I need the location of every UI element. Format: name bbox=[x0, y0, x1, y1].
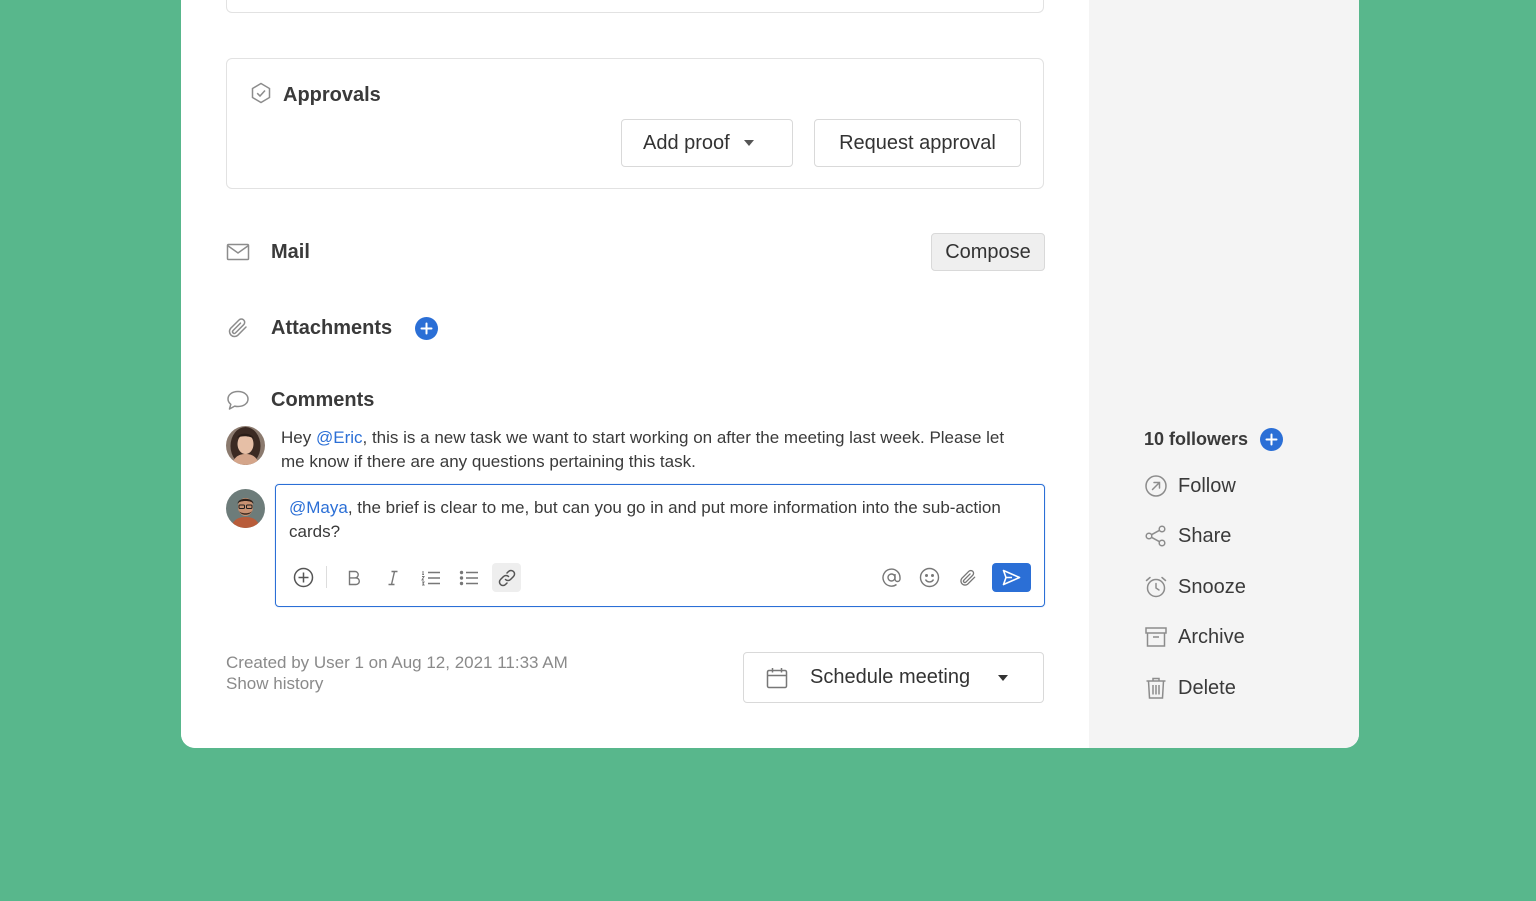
follow-action[interactable]: Follow bbox=[1144, 474, 1236, 498]
bullet-list-icon[interactable] bbox=[454, 563, 483, 592]
attachments-label: Attachments bbox=[271, 316, 393, 339]
avatar-maya bbox=[226, 426, 265, 465]
mail-icon bbox=[226, 240, 250, 264]
link-icon[interactable] bbox=[492, 563, 521, 592]
share-action[interactable]: Share bbox=[1144, 524, 1231, 548]
delete-label: Delete bbox=[1178, 676, 1236, 699]
archive-action[interactable]: Archive bbox=[1144, 625, 1245, 649]
compose-button[interactable]: Compose bbox=[931, 233, 1045, 271]
comment-body: Hey @Eric, this is a new task we want to… bbox=[281, 426, 1021, 474]
comment-editor[interactable]: @Maya, the brief is clear to me, but can… bbox=[275, 484, 1045, 607]
shield-check-icon bbox=[249, 81, 273, 110]
approvals-title: Approvals bbox=[283, 84, 381, 106]
share-label: Share bbox=[1178, 524, 1232, 547]
comment-input-text: , the brief is clear to me, but can you … bbox=[289, 498, 1001, 541]
send-button[interactable] bbox=[992, 563, 1031, 592]
comments-label: Comments bbox=[271, 388, 375, 411]
caret-down-icon bbox=[998, 674, 1009, 681]
schedule-meeting-label: Schedule meeting bbox=[810, 666, 971, 688]
bold-icon[interactable] bbox=[339, 563, 368, 592]
add-attachment-button[interactable] bbox=[415, 316, 439, 340]
editor-toolbar bbox=[289, 563, 1031, 593]
archive-icon bbox=[1144, 625, 1168, 649]
follow-icon bbox=[1144, 474, 1168, 498]
snooze-action[interactable]: Snooze bbox=[1144, 575, 1246, 599]
paperclip-icon[interactable] bbox=[953, 563, 982, 592]
previous-section-box bbox=[226, 0, 1044, 13]
snooze-label: Snooze bbox=[1178, 575, 1246, 598]
caret-down-icon bbox=[743, 140, 754, 146]
task-main: Approvals Add proof Request approval Mai… bbox=[181, 0, 1089, 748]
add-circle-icon[interactable] bbox=[289, 563, 318, 592]
avatar-eric bbox=[226, 489, 265, 528]
numbered-list-icon[interactable] bbox=[416, 563, 445, 592]
comment-bubble-icon bbox=[226, 388, 250, 412]
comment-input[interactable]: @Maya, the brief is clear to me, but can… bbox=[289, 496, 1034, 544]
mail-section: Mail bbox=[226, 240, 310, 264]
schedule-meeting-button[interactable]: Schedule meeting bbox=[743, 652, 1044, 703]
trash-icon bbox=[1144, 676, 1168, 700]
created-info: Created by User 1 on Aug 12, 2021 11:33 … bbox=[226, 653, 568, 672]
follow-label: Follow bbox=[1178, 474, 1236, 497]
share-icon bbox=[1144, 524, 1168, 548]
attachments-section: Attachments bbox=[226, 316, 439, 340]
italic-icon[interactable] bbox=[378, 563, 407, 592]
followers-row: 10 followers bbox=[1144, 428, 1284, 451]
calendar-icon bbox=[766, 667, 788, 689]
emoji-icon[interactable] bbox=[915, 563, 944, 592]
task-meta: Created by User 1 on Aug 12, 2021 11:33 … bbox=[226, 652, 568, 694]
mention-link[interactable]: @Eric bbox=[316, 428, 363, 447]
reply-author bbox=[226, 489, 265, 528]
task-panel: Approvals Add proof Request approval Mai… bbox=[181, 0, 1359, 748]
alarm-clock-icon bbox=[1144, 575, 1168, 599]
approvals-header: Approvals bbox=[249, 81, 381, 110]
add-proof-button[interactable]: Add proof bbox=[621, 119, 793, 167]
comment-item: Hey @Eric, this is a new task we want to… bbox=[226, 426, 1021, 474]
approvals-card: Approvals Add proof Request approval bbox=[226, 58, 1044, 189]
at-mention-icon[interactable] bbox=[877, 563, 906, 592]
task-sidebar: 10 followers Follow Share Snooze Archive… bbox=[1089, 0, 1359, 748]
delete-action[interactable]: Delete bbox=[1144, 676, 1236, 700]
show-history-link[interactable]: Show history bbox=[226, 673, 568, 694]
mention-link[interactable]: @Maya bbox=[289, 498, 348, 517]
archive-label: Archive bbox=[1178, 625, 1245, 648]
add-proof-label: Add proof bbox=[643, 131, 730, 154]
comments-section: Comments bbox=[226, 388, 374, 412]
toolbar-divider bbox=[326, 566, 327, 588]
followers-count[interactable]: 10 followers bbox=[1144, 429, 1248, 450]
request-approval-button[interactable]: Request approval bbox=[814, 119, 1021, 167]
comment-text-prefix: Hey bbox=[281, 428, 316, 447]
paperclip-icon bbox=[226, 316, 250, 340]
add-follower-button[interactable] bbox=[1260, 428, 1284, 451]
comment-text-body: , this is a new task we want to start wo… bbox=[281, 428, 1005, 471]
mail-label: Mail bbox=[271, 240, 310, 263]
